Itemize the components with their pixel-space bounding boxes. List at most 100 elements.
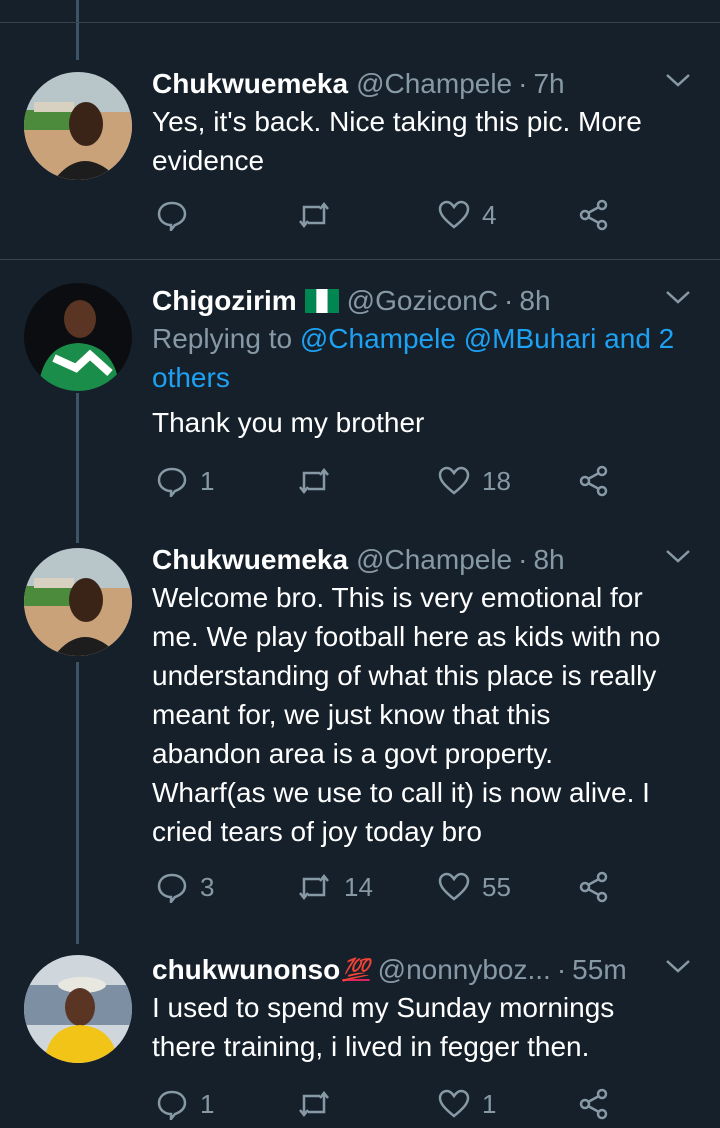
tweet-header: Chukwuemeka @Champele · 7h [152,66,700,102]
avatar[interactable] [24,283,132,391]
timestamp[interactable]: 7h [533,66,564,102]
hundred-points-icon: 💯 [342,957,370,982]
separator: · [518,68,528,99]
reply-count: 3 [200,871,215,902]
tweet-text: Yes, it's back. Nice taking this pic. Mo… [152,102,700,180]
thread-line [76,662,79,944]
chevron-down-icon[interactable] [664,956,692,976]
reply-count: 1 [200,1088,215,1119]
tweet[interactable]: Chigozirim @GoziconC · 8h Replying to @C… [152,283,700,442]
tweet[interactable]: chukwunonso 💯 @nonnyboz... · 55m I used … [152,952,700,1066]
like-count: 18 [482,465,511,496]
reply-button[interactable]: 1 [156,1088,214,1120]
replying-mentions[interactable]: @Champele @MBuhari and 2 [300,323,674,354]
tweet-text-line: Yes, it's back. Nice taking this pic. Mo… [152,106,642,137]
like-button[interactable]: 18 [438,465,511,497]
tweet[interactable]: Chukwuemeka @Champele · 8h Welcome bro. … [152,542,700,851]
heart-icon [438,1089,470,1118]
like-count: 4 [482,199,497,230]
tweet-text-line: I used to spend my Sunday mornings [152,992,615,1023]
author-name[interactable]: Chukwuemeka [152,66,348,102]
timestamp[interactable]: 8h [519,283,550,319]
avatar[interactable] [24,548,132,656]
retweet-count: 14 [344,871,373,902]
tweet[interactable]: Chukwuemeka @Champele · 7h Yes, it's bac… [152,66,700,180]
tweet-text-line: there training, i lived in fegger then. [152,1031,590,1062]
author-handle[interactable]: @Champele [356,66,512,102]
tweet-text-line: Welcome bro. This is very emotional for [152,582,643,613]
tweet-text-line: meant for, we just know that this [152,699,551,730]
reply-icon [157,467,187,497]
author-name[interactable]: chukwunonso [152,952,340,988]
replying-prefix: Replying to [152,323,300,354]
like-button[interactable]: 4 [438,199,496,231]
tweet-text-line: Wharf(as we use to call it) is now alive… [152,777,650,808]
retweet-button[interactable]: 14 [296,871,373,903]
tweet-header: chukwunonso 💯 @nonnyboz... · 55m [152,952,700,988]
tweet-text-line: Thank you my brother [152,407,425,438]
thread-line [76,393,79,543]
thread-line [76,0,79,60]
author-name[interactable]: Chukwuemeka [152,542,348,578]
tweet-actions: 1 1 [152,1088,622,1128]
timestamp[interactable]: 8h [533,542,564,578]
author-handle[interactable]: @nonnyboz... [378,952,551,988]
share-icon [579,1088,608,1120]
tweet-text-line: evidence [152,145,265,176]
retweet-icon [299,1090,329,1118]
reply-icon [157,201,187,231]
like-count: 1 [482,1088,497,1119]
nigeria-flag-icon [304,289,339,313]
tweet-text-line: abandon area is a govt property. [152,738,554,769]
like-button[interactable]: 1 [438,1088,496,1120]
share-icon [579,871,608,903]
reply-button[interactable] [156,199,200,231]
retweet-button[interactable] [296,465,344,497]
reply-button[interactable]: 3 [156,871,214,903]
divider [0,22,720,23]
retweet-icon [299,201,329,229]
replying-mentions-more[interactable]: others [152,358,700,397]
reply-icon [157,873,187,903]
tweet-text-line: understanding of what this place is real… [152,660,657,691]
author-handle[interactable]: @GoziconC [347,283,498,319]
avatar[interactable] [24,72,132,180]
tweet-text: Welcome bro. This is very emotional for … [152,578,700,851]
timestamp[interactable]: 55m [572,952,626,988]
retweet-icon [299,873,329,901]
avatar[interactable] [24,955,132,1063]
tweet-actions: 1 18 [152,465,622,505]
retweet-button[interactable] [296,199,344,231]
replying-to: Replying to @Champele @MBuhari and 2 oth… [152,319,700,397]
divider [0,259,720,260]
reply-icon [157,1090,187,1120]
retweet-icon [299,467,329,495]
author-handle[interactable]: @Champele [356,542,512,578]
share-button[interactable] [578,1088,610,1120]
separator: · [518,544,528,575]
chevron-down-icon[interactable] [664,546,692,566]
author-name[interactable]: Chigozirim [152,283,297,319]
share-button[interactable] [578,871,610,903]
tweet-header: Chukwuemeka @Champele · 8h [152,542,700,578]
separator: · [556,954,567,985]
share-icon [579,465,608,497]
like-count: 55 [482,871,511,902]
share-button[interactable] [578,199,610,231]
heart-icon [438,872,470,901]
heart-icon [438,200,470,229]
like-button[interactable]: 55 [438,871,511,903]
separator: · [504,285,514,316]
heart-icon [438,466,470,495]
tweet-header: Chigozirim @GoziconC · 8h [152,283,700,319]
retweet-button[interactable] [296,1088,344,1120]
share-icon [579,199,608,231]
chevron-down-icon[interactable] [664,70,692,90]
chevron-down-icon[interactable] [664,287,692,307]
reply-count: 1 [200,465,215,496]
tweet-text-line: cried tears of joy today bro [152,816,482,847]
tweet-text: Thank you my brother [152,403,700,442]
tweet-actions: 4 [152,199,622,239]
reply-button[interactable]: 1 [156,465,214,497]
share-button[interactable] [578,465,610,497]
